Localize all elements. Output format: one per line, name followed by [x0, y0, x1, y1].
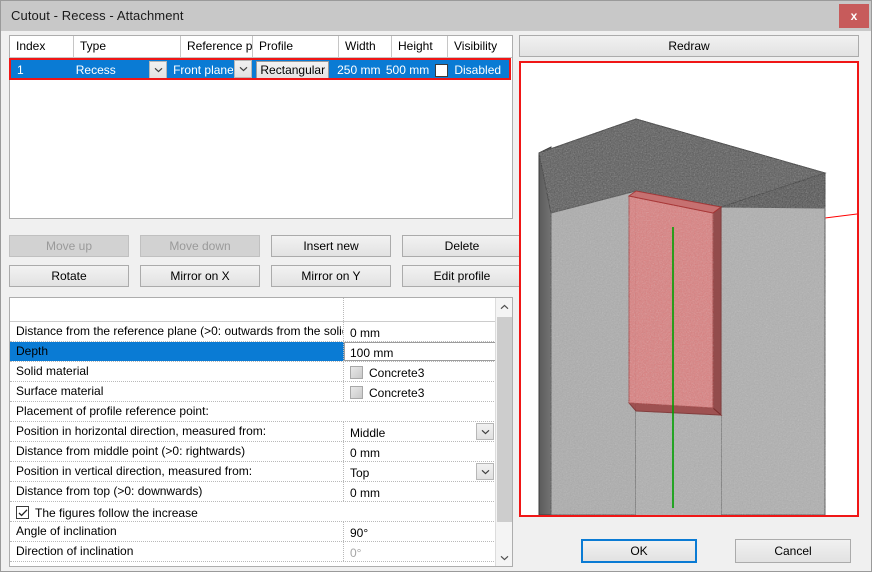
column-header-type: Type	[74, 36, 181, 57]
cancel-button[interactable]: Cancel	[735, 539, 851, 563]
insert-new-button[interactable]: Insert new	[271, 235, 391, 257]
property-name: The figures follow the increase	[35, 506, 198, 520]
position-horizontal-chevron-down-icon[interactable]	[476, 423, 494, 440]
properties-scrollbar[interactable]	[495, 298, 512, 566]
property-name: Distance from top (>0: downwards)	[10, 482, 344, 501]
depth-input[interactable]: 100 mm	[344, 342, 496, 361]
property-value: Middle	[350, 426, 385, 440]
property-name	[10, 298, 344, 321]
action-button-row-2: Rotate Mirror on X Mirror on Y Edit prof…	[9, 265, 522, 287]
cell-width: 250 mm	[331, 60, 380, 78]
scrollbar-thumb[interactable]	[497, 317, 512, 522]
property-name: Direction of inclination	[10, 542, 344, 561]
property-name: Solid material	[10, 362, 344, 381]
scroll-down-icon[interactable]	[496, 549, 513, 566]
column-header-index: Index	[10, 36, 74, 57]
property-row-header	[10, 298, 496, 322]
3d-preview-viewport[interactable]	[519, 61, 859, 517]
property-row-solid-material[interactable]: Solid material Concrete3	[10, 362, 496, 382]
column-header-height: Height	[392, 36, 448, 57]
cell-index: 1	[11, 60, 70, 78]
figures-follow-increase-checkbox[interactable]	[16, 506, 29, 519]
property-row-position-vertical[interactable]: Position in vertical direction, measured…	[10, 462, 496, 482]
table-header-row: Index Type Reference plane Profile Width…	[10, 36, 512, 58]
move-down-button[interactable]: Move down	[140, 235, 260, 257]
property-row-surface-material[interactable]: Surface material Concrete3	[10, 382, 496, 402]
mirror-on-y-button[interactable]: Mirror on Y	[271, 265, 391, 287]
column-header-width: Width	[339, 36, 392, 57]
right-pane: Redraw	[519, 35, 865, 567]
property-row-direction-of-inclination[interactable]: Direction of inclination 0°	[10, 542, 496, 562]
property-value[interactable]: 0 mm	[344, 442, 496, 461]
scroll-up-icon[interactable]	[496, 298, 513, 315]
mirror-on-x-button[interactable]: Mirror on X	[140, 265, 260, 287]
column-header-visibility: Visibility	[448, 36, 512, 57]
figures-follow-increase-wrap[interactable]: The figures follow the increase	[10, 502, 496, 521]
properties-rows: Distance from the reference plane (>0: o…	[10, 298, 496, 566]
rotate-button[interactable]: Rotate	[9, 265, 129, 287]
property-value-wrap[interactable]: Top	[344, 462, 496, 481]
property-value[interactable]: 0 mm	[344, 482, 496, 501]
property-value-wrap[interactable]: Concrete3	[344, 362, 496, 381]
properties-grid: Distance from the reference plane (>0: o…	[9, 297, 513, 567]
property-value: Top	[350, 466, 369, 480]
delete-button[interactable]: Delete	[402, 235, 522, 257]
property-row-distance-middle-point[interactable]: Distance from middle point (>0: rightwar…	[10, 442, 496, 462]
property-row-placement-group: Placement of profile reference point:	[10, 402, 496, 422]
cutout-items-table: Index Type Reference plane Profile Width…	[9, 35, 513, 219]
ok-button[interactable]: OK	[581, 539, 697, 563]
property-row-distance-from-top[interactable]: Distance from top (>0: downwards) 0 mm	[10, 482, 496, 502]
cutout-recess-dialog: Cutout - Recess - Attachment x Index Typ…	[0, 0, 872, 572]
property-name: Distance from middle point (>0: rightwar…	[10, 442, 344, 461]
reference-plane-chevron-down-icon[interactable]	[234, 60, 252, 78]
property-group-label: Placement of profile reference point:	[10, 402, 496, 421]
action-button-row-1: Move up Move down Insert new Delete	[9, 235, 522, 257]
property-name: Depth	[10, 342, 344, 361]
cell-reference-plane: Front plane	[167, 63, 232, 77]
property-row-depth[interactable]: Depth 100 mm	[10, 342, 496, 362]
close-icon[interactable]: x	[839, 4, 869, 28]
left-pane: Index Type Reference plane Profile Width…	[9, 35, 513, 567]
property-row-figures-follow-increase[interactable]: The figures follow the increase	[10, 502, 496, 522]
property-value: Concrete3	[369, 386, 424, 400]
property-name: Position in vertical direction, measured…	[10, 462, 344, 481]
property-value: Concrete3	[369, 366, 424, 380]
window-title: Cutout - Recess - Attachment	[11, 8, 184, 23]
property-value-wrap[interactable]: Middle	[344, 422, 496, 441]
close-icon-glyph: x	[851, 10, 858, 22]
material-swatch-icon	[350, 366, 363, 379]
property-name: Surface material	[10, 382, 344, 401]
type-chevron-down-icon[interactable]	[149, 61, 167, 78]
property-value[interactable]: 0 mm	[344, 322, 496, 341]
material-swatch-icon	[350, 386, 363, 399]
title-bar: Cutout - Recess - Attachment x	[1, 1, 871, 31]
table-row[interactable]: 1 Recess Front plane Rectangular	[9, 58, 511, 80]
property-name: Angle of inclination	[10, 522, 344, 541]
column-header-reference-plane: Reference plane	[181, 36, 253, 57]
edit-profile-button[interactable]: Edit profile	[402, 265, 522, 287]
property-row-position-horizontal[interactable]: Position in horizontal direction, measur…	[10, 422, 496, 442]
cell-visibility: Disabled	[454, 63, 501, 77]
move-up-button[interactable]: Move up	[9, 235, 129, 257]
property-value	[344, 298, 496, 321]
property-row-angle-of-inclination[interactable]: Angle of inclination 90°	[10, 522, 496, 542]
property-value: 0°	[344, 542, 496, 561]
redraw-button[interactable]: Redraw	[519, 35, 859, 57]
property-name: Position in horizontal direction, measur…	[10, 422, 344, 441]
property-name: Distance from the reference plane (>0: o…	[10, 322, 344, 341]
visibility-checkbox[interactable]	[435, 64, 448, 77]
cell-height: 500 mm	[380, 60, 431, 78]
cell-type: Recess	[70, 63, 149, 77]
column-header-profile: Profile	[253, 36, 339, 57]
position-vertical-chevron-down-icon[interactable]	[476, 463, 494, 480]
property-value[interactable]: 90°	[344, 522, 496, 541]
property-row-distance-reference-plane[interactable]: Distance from the reference plane (>0: o…	[10, 322, 496, 342]
3d-model-graphic	[521, 63, 857, 515]
cell-profile-button[interactable]: Rectangular	[256, 61, 329, 79]
property-value-wrap[interactable]: Concrete3	[344, 382, 496, 401]
